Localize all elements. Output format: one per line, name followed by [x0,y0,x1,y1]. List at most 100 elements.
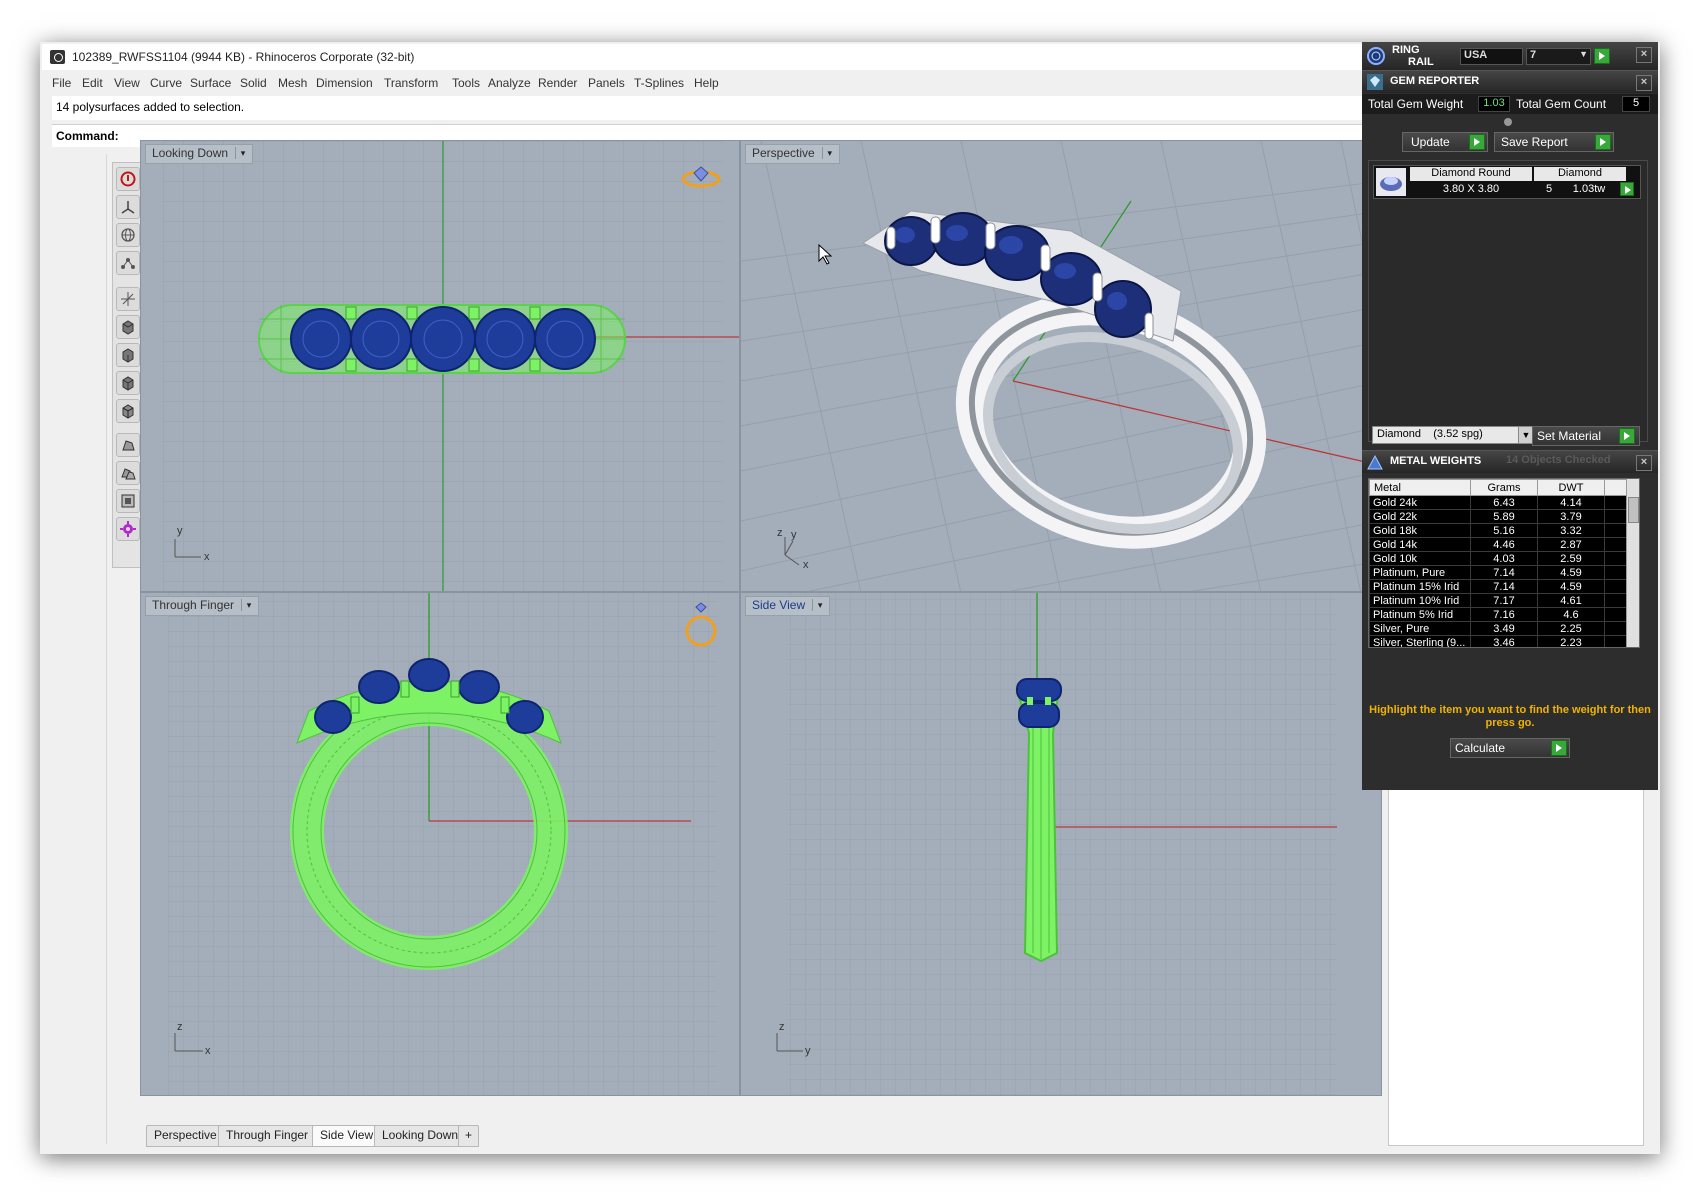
menu-solid[interactable]: Solid [240,76,267,90]
tab-perspective[interactable]: Perspective [146,1125,225,1147]
viewport-perspective[interactable]: Perspective ▾ z y x [740,140,1382,592]
chevron-down-icon[interactable]: ▾ [812,599,827,611]
gem-go-icon[interactable] [1620,182,1634,196]
col-metal[interactable]: Metal [1369,479,1471,496]
table-row[interactable]: Silver, Pure 3.49 2.25 [1369,621,1632,636]
viewport-looking-down[interactable]: Looking Down ▾ y x [140,140,740,592]
globe-icon[interactable] [116,223,140,247]
gear-purple-icon[interactable] [116,517,140,541]
tab-side-view[interactable]: Side View [312,1125,382,1147]
title-bar: 102389_RWFSS1104 (9944 KB) - Rhinoceros … [42,44,1362,70]
menu-mesh[interactable]: Mesh [278,76,307,90]
table-row[interactable]: Platinum 5% Irid 7.16 4.6 [1369,607,1632,622]
material-select[interactable]: Diamond (3.52 spg) ▼ [1372,426,1534,444]
menu-tools[interactable]: Tools [452,76,480,90]
menu-render[interactable]: Render [538,76,577,90]
set-material-button[interactable]: Set Material [1532,426,1640,446]
left-panel-strip [52,154,107,1144]
menu-curve[interactable]: Curve [150,76,182,90]
gem-material: Diamond [1534,167,1626,181]
menu-bar: File Edit View Curve Surface Solid Mesh … [42,72,1362,92]
tab-through-finger[interactable]: Through Finger [218,1125,317,1147]
chevron-down-icon[interactable]: ▾ [235,147,250,159]
chevron-down-icon[interactable]: ▾ [821,147,837,159]
add-tab-icon[interactable]: + [458,1125,480,1147]
save-report-go-icon[interactable] [1595,134,1611,150]
gem-count: 5 [1545,183,1553,195]
calculate-go-icon[interactable] [1551,740,1567,756]
viewport-through-finger[interactable]: Through Finger ▾ z x [140,592,740,1096]
box-right-icon[interactable] [116,371,140,395]
ring-size-select[interactable]: 7 ▼ [1526,48,1591,65]
gem-list-item[interactable]: Diamond Round 3.80 X 3.80 Diamond 5 1.03… [1373,165,1641,199]
ring-rail-title-1: RING [1392,44,1420,56]
stop-icon[interactable] [116,167,140,191]
table-row[interactable]: Gold 24k 6.43 4.14 [1369,495,1632,510]
col-dwt[interactable]: DWT [1537,479,1605,496]
ring-size-go-icon[interactable] [1594,48,1610,64]
table-row[interactable]: Gold 10k 4.03 2.59 [1369,551,1632,566]
box-top-icon[interactable] [116,315,140,339]
box-persp-icon[interactable] [116,399,140,423]
viewport-label[interactable]: Side View ▾ [745,596,831,616]
table-row[interactable]: Platinum 15% Irid 7.14 4.59 [1369,579,1632,594]
command-history-text: 14 polysurfaces added to selection. [56,100,245,114]
axis-icon[interactable] [116,195,140,219]
scrollbar[interactable] [1626,479,1639,647]
menu-edit[interactable]: Edit [82,76,103,90]
render-icon[interactable] [116,433,140,457]
viewport-label[interactable]: Through Finger ▾ [145,596,260,616]
axis-label-d: y [791,529,797,541]
table-row[interactable]: Silver, Sterling (9... 3.46 2.23 [1369,635,1632,647]
axis-label-h: x [204,551,210,563]
update-button[interactable]: Update [1402,132,1488,152]
round-diamond-icon [1376,168,1406,196]
close-icon[interactable]: × [1636,455,1652,471]
country-select[interactable]: USA [1460,48,1523,65]
table-row[interactable]: Platinum, Pure 7.14 4.59 [1369,565,1632,580]
menu-surface[interactable]: Surface [190,76,231,90]
table-row[interactable]: Gold 22k 5.89 3.79 [1369,509,1632,524]
menu-view[interactable]: View [114,76,140,90]
nodes-icon[interactable] [116,251,140,275]
chevron-down-icon: ▼ [1579,49,1588,59]
splitter-handle[interactable] [1362,118,1658,126]
col-grams[interactable]: Grams [1470,479,1538,496]
menu-analyze[interactable]: Analyze [488,76,531,90]
viewport-label[interactable]: Looking Down ▾ [145,144,254,164]
menu-tsplines[interactable]: T-Splines [634,76,684,90]
render-multi-icon[interactable] [116,461,140,485]
metal-weights-table: Metal Grams DWT Gold 24k 6.43 4.14 Gold 22… [1368,478,1640,648]
total-gem-count-label: Total Gem Count [1516,97,1607,111]
axis-label-v: z [779,1021,785,1033]
box-front-icon[interactable] [116,343,140,367]
total-gem-weight-value: 1.03 [1478,96,1510,112]
viewport-side-view[interactable]: Side View ▾ z y [740,592,1382,1096]
chevron-down-icon[interactable]: ▾ [241,599,256,611]
menu-file[interactable]: File [52,76,71,90]
command-history: 14 polysurfaces added to selection. [52,96,1362,120]
zoom-window-icon[interactable] [116,489,140,513]
table-row[interactable]: Gold 14k 4.46 2.87 [1369,537,1632,552]
menu-panels[interactable]: Panels [588,76,625,90]
menu-help[interactable]: Help [694,76,719,90]
close-icon[interactable]: × [1636,75,1652,91]
mouse-cursor-icon [818,243,833,265]
metal-weights-title: METAL WEIGHTS [1390,455,1482,467]
menu-dimension[interactable]: Dimension [316,76,373,90]
axis-label-h: x [803,559,809,571]
table-row[interactable]: Platinum 10% Irid 7.17 4.61 [1369,593,1632,608]
gem-reporter-title: GEM REPORTER [1390,75,1480,87]
gumball-icon[interactable] [116,287,140,311]
gem-size: 3.80 X 3.80 [1442,183,1500,195]
save-report-button[interactable]: Save Report [1494,132,1614,152]
menu-transform[interactable]: Transform [384,76,438,90]
axis-label-v: y [177,525,183,537]
viewport-label[interactable]: Perspective ▾ [745,144,840,164]
update-go-icon[interactable] [1469,134,1485,150]
calculate-button[interactable]: Calculate [1450,738,1570,758]
set-material-go-icon[interactable] [1619,428,1635,444]
tab-looking-down[interactable]: Looking Down [374,1125,467,1147]
close-icon[interactable]: × [1636,47,1652,63]
table-row[interactable]: Gold 18k 5.16 3.32 [1369,523,1632,538]
